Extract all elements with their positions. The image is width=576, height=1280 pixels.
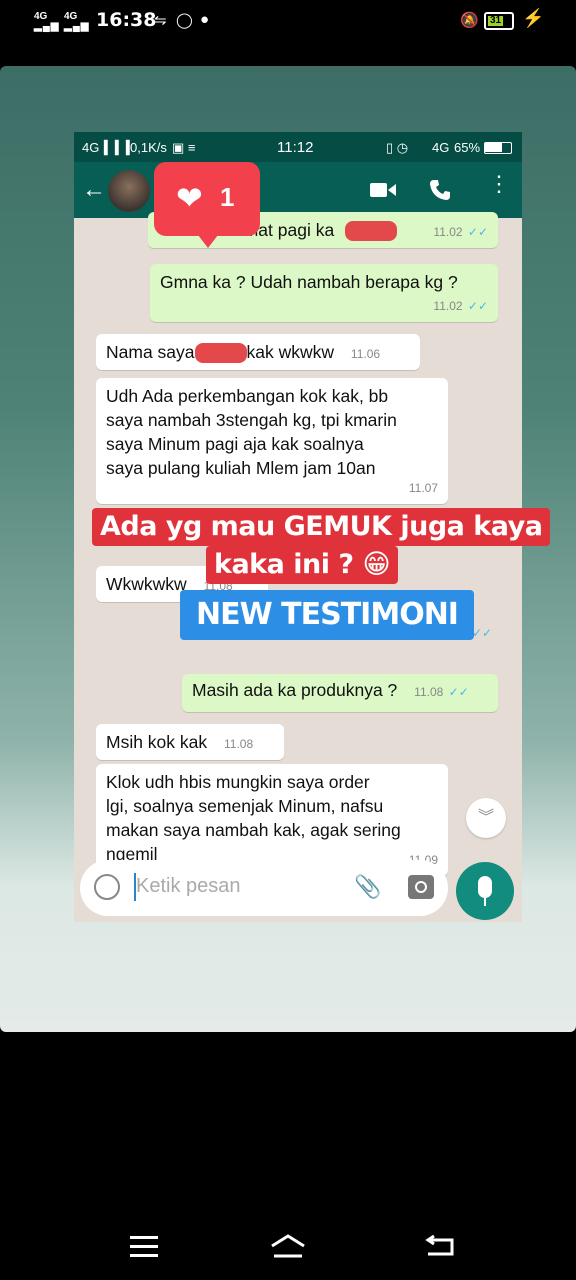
read-ticks-icon: ✓✓ bbox=[472, 626, 493, 640]
message-input[interactable]: Ketik pesan 📎 bbox=[80, 860, 448, 916]
notification-icon: ● bbox=[200, 11, 210, 28]
story-card: 4G ▍▍▍ 0,1K/s ▣ ≡ 11:12 ▯ ◷ 4G 65% ← ⋮ a… bbox=[0, 66, 576, 1032]
back-icon[interactable] bbox=[424, 1234, 456, 1258]
more-options-icon[interactable]: ⋮ bbox=[488, 173, 510, 195]
voice-call-icon[interactable] bbox=[428, 178, 452, 208]
promo-text-line1: Ada yg mau GEMUK juga kaya bbox=[92, 508, 551, 546]
recent-apps-icon[interactable] bbox=[130, 1236, 158, 1257]
message-in: Msih kok kak 11.08 bbox=[96, 724, 284, 760]
like-sticker[interactable]: ❤ 1 bbox=[154, 162, 260, 248]
signal-bars-icon: ▂▄▆ bbox=[34, 21, 60, 32]
promo-text-line2: kaka ini ? 😁 bbox=[206, 546, 399, 584]
message-in: Nama saya kak wkwkw 11.06 bbox=[96, 334, 420, 370]
camera-icon[interactable] bbox=[408, 875, 434, 899]
shot-battery-icon bbox=[484, 142, 512, 154]
shot-notif-icons: ▣ ≡ bbox=[172, 140, 196, 155]
read-ticks-icon: ✓✓ bbox=[467, 299, 488, 313]
signal-bars-2-icon: ▂▄▆ bbox=[64, 21, 90, 32]
outer-status-bar: 4G ▂▄▆ 4G ▂▄▆ 16:38 ⇋ ◯ ● 🔕 31 ⚡ bbox=[0, 0, 576, 44]
microphone-icon bbox=[478, 876, 492, 898]
shot-battery-text: 65% bbox=[454, 140, 481, 155]
message-placeholder: Ketik pesan bbox=[136, 875, 241, 897]
shot-vibrate-icon: ▯ ◷ bbox=[386, 140, 409, 155]
emoji-icon[interactable] bbox=[94, 874, 120, 900]
shot-time: 11:12 bbox=[277, 139, 314, 156]
redaction-mark bbox=[345, 221, 398, 242]
attach-icon[interactable]: 📎 bbox=[354, 874, 381, 900]
hotspot-icon: ⇋ bbox=[154, 12, 167, 29]
navigation-bar bbox=[0, 1200, 576, 1280]
whatsapp-icon: ◯ bbox=[176, 12, 193, 29]
home-icon[interactable] bbox=[268, 1232, 308, 1262]
microphone-button[interactable] bbox=[456, 862, 514, 920]
shot-network: 4G bbox=[82, 140, 100, 155]
chat-header: ← ⋮ bbox=[74, 162, 522, 218]
message-out: Masih ada ka produknya ? 11.08 ✓✓ bbox=[182, 674, 498, 712]
like-count: 1 bbox=[220, 182, 235, 212]
charging-icon: ⚡ bbox=[522, 8, 545, 28]
back-arrow-icon[interactable]: ← bbox=[82, 176, 106, 204]
message-in: Udh Ada perkembangan kok kak, bb saya na… bbox=[96, 378, 448, 504]
screenshot-status-bar: 4G ▍▍▍ 0,1K/s ▣ ≡ 11:12 ▯ ◷ 4G 65% bbox=[74, 132, 522, 162]
read-ticks-icon: ✓✓ bbox=[448, 685, 469, 699]
scroll-down-button[interactable]: ︾ bbox=[466, 798, 506, 838]
battery-icon: 31 bbox=[484, 12, 514, 30]
heart-icon: ❤ bbox=[176, 180, 203, 216]
shot-speed: 0,1K/s bbox=[130, 140, 167, 155]
redaction-mark bbox=[194, 343, 247, 364]
contact-avatar[interactable] bbox=[108, 170, 150, 212]
new-testimoni-label: NEW TESTIMONI bbox=[180, 590, 474, 640]
mute-icon: 🔕 bbox=[460, 12, 479, 29]
shot-net2: 4G bbox=[432, 140, 450, 155]
read-ticks-icon: ✓✓ bbox=[467, 225, 488, 239]
battery-level: 31 bbox=[490, 15, 502, 26]
outer-time: 16:38 bbox=[96, 9, 157, 31]
video-call-icon[interactable] bbox=[370, 182, 396, 198]
message-out: Gmna ka ? Udah nambah berapa kg ? 11.02 … bbox=[150, 264, 498, 322]
